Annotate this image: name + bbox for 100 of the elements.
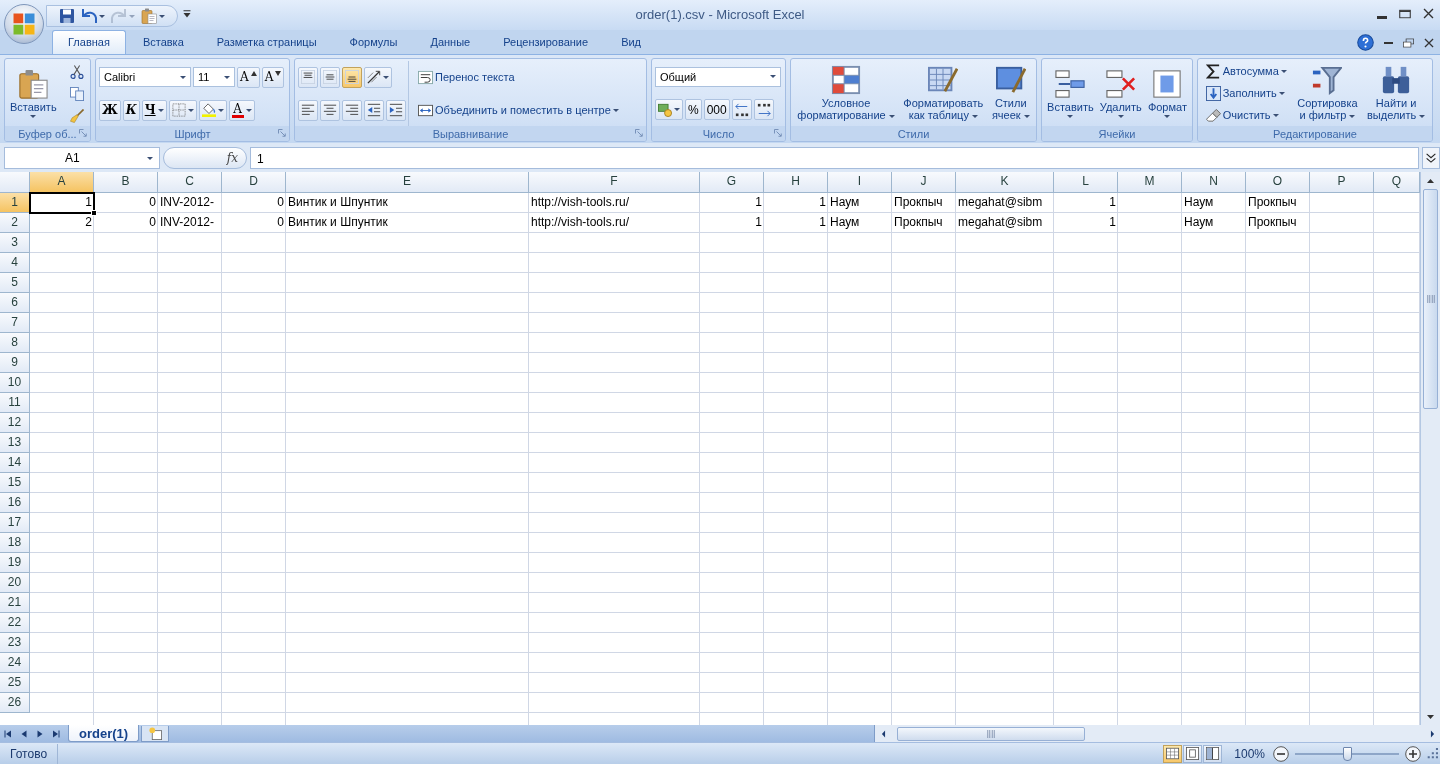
customize-button[interactable] [183,10,191,18]
row-header[interactable]: 15 [0,473,30,493]
column-header[interactable]: J [892,172,956,193]
minimize-button[interactable] [1384,41,1393,44]
toolbar-button[interactable] [57,7,77,25]
row-header[interactable]: 1 [0,193,30,213]
formula-input[interactable]: 1 [250,147,1419,169]
zoom-out-button[interactable] [1273,745,1289,762]
name-box[interactable]: A1 [4,147,160,169]
table-cell[interactable]: Прокпыч [1246,213,1310,233]
row-header[interactable]: 17 [0,513,30,533]
dropdown-field[interactable]: Calibri [99,67,191,87]
column-header[interactable]: C [158,172,222,193]
row-header[interactable]: 2 [0,213,30,233]
table-cell[interactable]: 0 [222,193,286,213]
toolbar-button[interactable]: 000 [703,99,730,121]
ribbon-button[interactable]: Объединить и поместить в центре [415,99,622,121]
toolbar-button[interactable]: Ж [99,99,121,121]
slider-thumb[interactable] [1342,746,1352,761]
row-header[interactable]: 3 [0,233,30,253]
ribbon-button[interactable]: Стили ячеек [989,63,1032,124]
row-header[interactable]: 11 [0,393,30,413]
close-button[interactable] [1423,8,1434,19]
zoom-in-button[interactable] [1405,745,1421,762]
ribbon-tab[interactable]: Формулы [333,29,414,54]
table-cell[interactable]: http://vish-tools.ru/ [529,193,700,213]
dropdown-field[interactable]: Общий [655,66,781,87]
table-cell[interactable]: 0 [94,193,158,213]
column-header[interactable]: N [1182,172,1246,193]
table-cell[interactable]: Прокпыч [892,193,956,213]
maximize-button[interactable] [1399,9,1411,19]
help-button[interactable] [1357,34,1374,51]
toolbar-button[interactable] [386,99,406,121]
table-cell[interactable]: 1 [1054,193,1118,213]
table-cell[interactable]: Винтик и Шпунтик [286,193,529,213]
toolbar-button[interactable] [731,99,752,121]
ribbon-tab[interactable]: Вид [605,29,658,54]
table-cell[interactable]: Наум [1182,193,1246,213]
ribbon-tab[interactable]: Разметка страницы [200,29,333,54]
table-cell[interactable]: Наум [828,213,892,233]
row-header[interactable]: 24 [0,653,30,673]
table-cell[interactable]: 0 [222,213,286,233]
table-cell[interactable]: 1 [700,193,764,213]
ribbon-button[interactable]: Заполнить [1202,83,1288,104]
ribbon-button[interactable]: Условное форматирование [795,63,897,124]
row-header[interactable]: 5 [0,273,30,293]
ribbon-tab[interactable]: Главная [52,29,126,54]
column-header[interactable]: D [222,172,286,193]
dropdown-field[interactable]: 11 [193,67,235,87]
row-header[interactable]: 20 [0,573,30,593]
row-header[interactable]: 14 [0,453,30,473]
view-button[interactable] [1183,744,1203,763]
row-header[interactable]: 12 [0,413,30,433]
column-header[interactable]: O [1246,172,1310,193]
column-header[interactable]: H [764,172,828,193]
office-button[interactable] [4,4,44,44]
close-button[interactable] [1424,37,1434,48]
view-button[interactable] [1203,744,1223,763]
ribbon-button[interactable]: Удалить [1097,66,1144,121]
column-header[interactable]: K [956,172,1054,193]
view-button[interactable] [1163,744,1183,763]
row-header[interactable]: 9 [0,353,30,373]
toolbar-button[interactable] [79,7,107,25]
column-header[interactable]: G [700,172,764,193]
row-header[interactable]: 22 [0,613,30,633]
row-header[interactable]: 25 [0,673,30,693]
table-cell[interactable]: Наум [1182,213,1246,233]
toolbar-button[interactable] [753,99,774,121]
restore-button[interactable] [1403,37,1414,48]
column-header[interactable]: A [30,172,94,193]
table-cell[interactable]: Прокпыч [1246,193,1310,213]
row-header[interactable]: 10 [0,373,30,393]
table-cell[interactable]: Наум [828,193,892,213]
table-cell[interactable]: 1 [764,193,828,213]
horizontal-scrollbar[interactable] [874,725,1440,742]
table-cell[interactable]: INV-2012- [158,213,222,233]
column-header[interactable]: B [94,172,158,193]
table-cell[interactable]: 1 [764,213,828,233]
ribbon-tab[interactable]: Данные [414,29,487,54]
column-header[interactable]: F [529,172,700,193]
ribbon-button[interactable]: Сортировка и фильтр [1295,63,1360,124]
table-cell[interactable]: 1 [700,213,764,233]
toolbar-button[interactable]: % [685,99,702,121]
row-header[interactable]: 6 [0,293,30,313]
toolbar-button[interactable]: К [122,99,140,121]
toolbar-button[interactable] [364,99,384,121]
ribbon-button[interactable]: Автосумма [1202,61,1290,82]
toolbar-button[interactable]: A [228,99,255,121]
table-cell[interactable]: INV-2012- [158,193,222,213]
toolbar-button[interactable] [320,99,340,121]
table-cell[interactable]: 1 [1054,213,1118,233]
row-header[interactable]: 7 [0,313,30,333]
insert-function-button[interactable]: fx [163,147,247,169]
ribbon-button[interactable]: Вставить [1045,66,1096,121]
row-header[interactable]: 21 [0,593,30,613]
ribbon-button[interactable]: Форматировать как таблицу [901,63,986,124]
toolbar-button[interactable]: A [237,66,260,88]
column-header[interactable]: Q [1374,172,1420,193]
table-cell[interactable]: Винтик и Шпунтик [286,213,529,233]
toolbar-button[interactable]: Ч [141,99,167,121]
